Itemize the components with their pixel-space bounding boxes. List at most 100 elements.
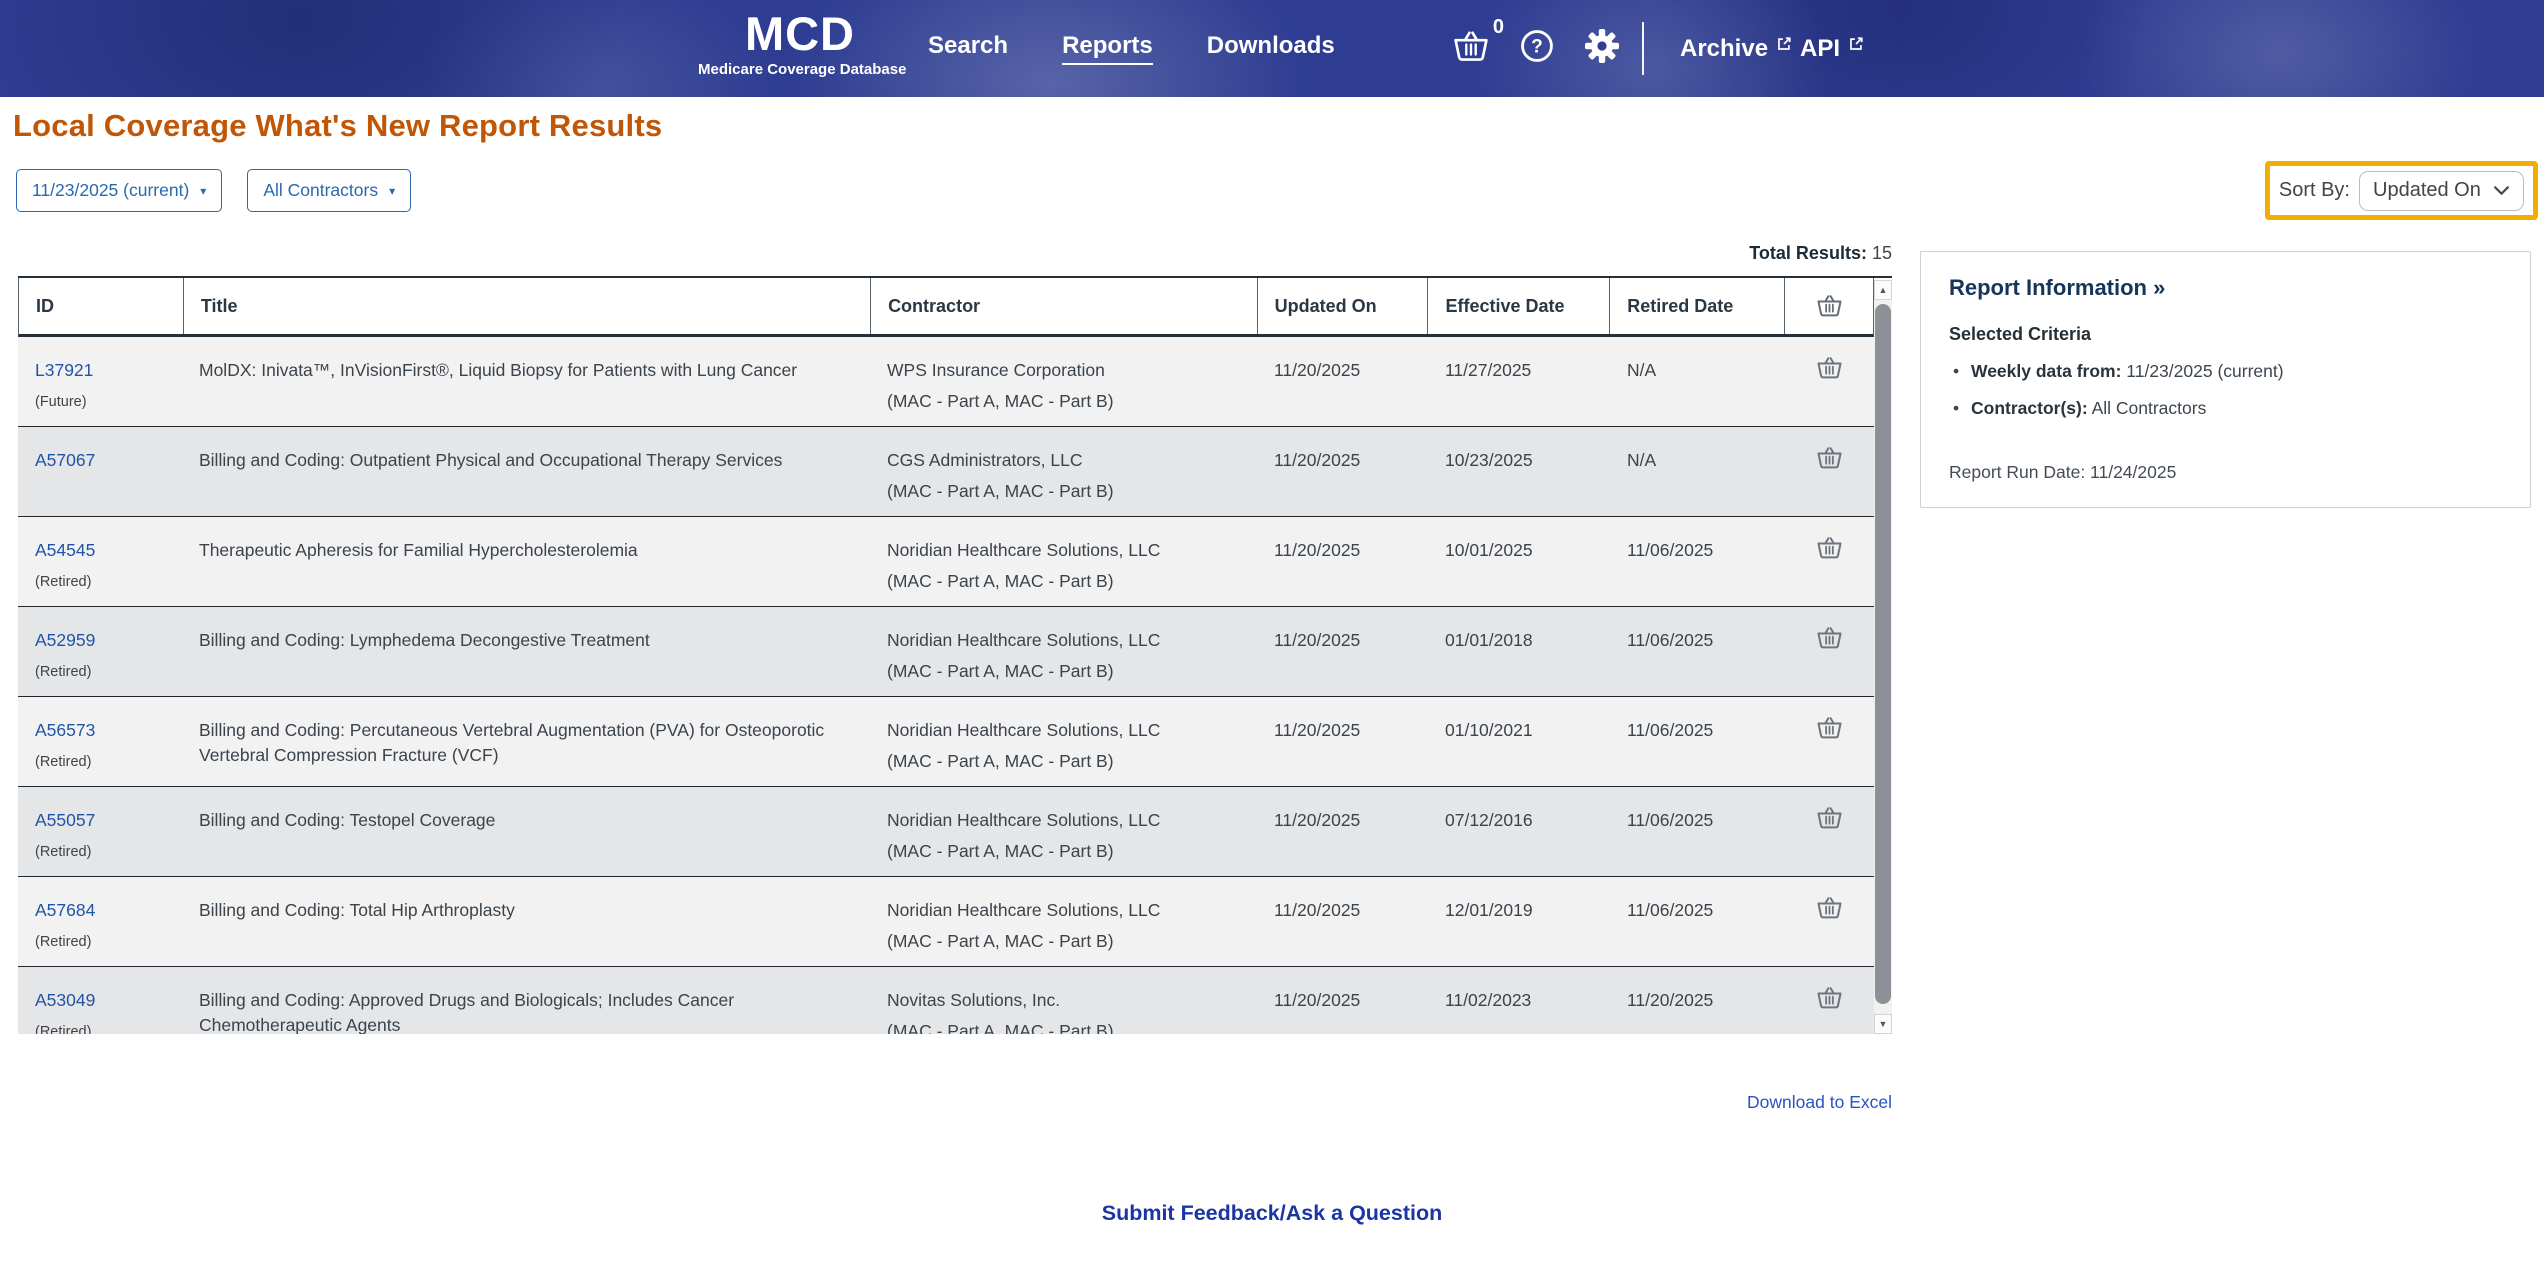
title-cell: Billing and Coding: Testopel Coverage <box>199 810 496 830</box>
scrollbar-thumb[interactable] <box>1875 304 1891 1004</box>
column-header-id[interactable]: ID <box>19 278 183 334</box>
archive-link[interactable]: Archive <box>1680 0 1792 97</box>
contractor-name: Novitas Solutions, Inc. <box>887 990 1061 1010</box>
settings-button[interactable] <box>1584 28 1620 69</box>
contractor-name: Noridian Healthcare Solutions, LLC <box>887 720 1161 740</box>
id-cell: A57067 <box>18 427 182 516</box>
table-row: A53049 (Retired) Billing and Coding: App… <box>18 967 1874 1034</box>
basket-icon <box>1817 537 1842 559</box>
column-header-contractor[interactable]: Contractor <box>870 278 1257 334</box>
add-to-basket-button[interactable] <box>1785 967 1874 1034</box>
contractor-type: (MAC - Part A, MAC - Part B) <box>887 481 1114 501</box>
filter-bar: 11/23/2025 (current) ▾ All Contractors ▾ <box>16 169 412 212</box>
contractor-cell: CGS Administrators, LLC (MAC - Part A, M… <box>870 427 1257 516</box>
retired-date-cell: N/A <box>1627 450 1657 470</box>
add-to-basket-button[interactable] <box>1785 607 1874 696</box>
contractor-name: WPS Insurance Corporation <box>887 360 1105 380</box>
add-to-basket-button[interactable] <box>1785 517 1874 606</box>
column-header-title[interactable]: Title <box>182 278 870 334</box>
updated-on-cell: 11/20/2025 <box>1274 900 1361 920</box>
contractor-name: Noridian Healthcare Solutions, LLC <box>887 630 1161 650</box>
contractor-name: Noridian Healthcare Solutions, LLC <box>887 900 1161 920</box>
external-link-icon <box>1850 36 1863 50</box>
document-status: (Future) <box>35 394 87 410</box>
add-to-basket-button[interactable] <box>1785 877 1874 966</box>
nav-search[interactable]: Search <box>928 32 1008 65</box>
week-filter-dropdown[interactable]: 11/23/2025 (current) ▾ <box>16 169 223 212</box>
mcd-logo[interactable]: MCD Medicare Coverage Database <box>698 9 907 79</box>
api-link[interactable]: API <box>1800 0 1864 97</box>
column-header-effective-date[interactable]: Effective Date <box>1427 278 1609 334</box>
week-filter-value: 11/23/2025 (current) <box>32 180 190 200</box>
title-cell: Billing and Coding: Lymphedema Decongest… <box>199 630 650 650</box>
add-to-basket-button[interactable] <box>1785 427 1874 516</box>
document-id-link[interactable]: A56573 <box>35 718 168 743</box>
retired-date-cell: 11/06/2025 <box>1627 540 1714 560</box>
table-scrollbar[interactable]: ▲ ▼ <box>1874 280 1892 1034</box>
contractor-cell: Novitas Solutions, Inc. (MAC - Part A, M… <box>870 967 1257 1034</box>
effective-date-cell: 10/01/2025 <box>1445 540 1533 560</box>
chevron-down-icon <box>2494 186 2509 195</box>
report-information-toggle[interactable]: Report Information » <box>1949 275 2502 301</box>
submit-feedback-link[interactable]: Submit Feedback/Ask a Question <box>1102 1201 1443 1225</box>
basket-count-badge: 0 <box>1492 15 1504 38</box>
contractor-type: (MAC - Part A, MAC - Part B) <box>887 931 1114 951</box>
external-link-icon <box>1778 36 1791 50</box>
title-cell: Billing and Coding: Outpatient Physical … <box>199 450 783 470</box>
document-status: (Retired) <box>35 1024 92 1034</box>
basket-icon <box>1817 357 1842 379</box>
feedback-row: Submit Feedback/Ask a Question <box>0 1201 2544 1226</box>
document-id-link[interactable]: A57067 <box>35 448 168 473</box>
updated-on-cell: 11/20/2025 <box>1274 630 1361 650</box>
document-status: (Retired) <box>35 754 92 770</box>
document-id-link[interactable]: A52959 <box>35 628 168 653</box>
column-header-retired-date[interactable]: Retired Date <box>1609 278 1784 334</box>
document-status: (Retired) <box>35 574 92 590</box>
updated-on-cell: 11/20/2025 <box>1274 450 1361 470</box>
api-label: API <box>1800 34 1841 62</box>
help-icon: ? <box>1521 30 1553 62</box>
scrollbar-down-button[interactable]: ▼ <box>1874 1014 1892 1034</box>
criteria-item-contractors: Contractor(s): All Contractors <box>1949 396 2502 420</box>
effective-date-cell: 12/01/2019 <box>1445 900 1533 920</box>
svg-text:?: ? <box>1531 37 1543 58</box>
add-to-basket-button[interactable] <box>1785 697 1874 786</box>
column-header-updated-on[interactable]: Updated On <box>1256 278 1428 334</box>
id-cell: A53049 (Retired) <box>18 967 182 1034</box>
criteria-value: All Contractors <box>2091 398 2207 418</box>
gear-icon <box>1585 29 1619 63</box>
document-status: (Retired) <box>35 844 92 860</box>
contractor-type: (MAC - Part A, MAC - Part B) <box>887 661 1114 681</box>
criteria-item-weekly-data: Weekly data from: 11/23/2025 (current) <box>1949 359 2502 383</box>
contractor-type: (MAC - Part A, MAC - Part B) <box>887 841 1114 861</box>
archive-label: Archive <box>1680 34 1769 62</box>
document-id-link[interactable]: A57684 <box>35 898 168 923</box>
add-to-basket-button[interactable] <box>1785 337 1874 426</box>
document-id-link[interactable]: L37921 <box>35 358 168 383</box>
sort-by-select[interactable]: Updated On <box>2359 170 2524 211</box>
column-header-basket <box>1784 278 1873 334</box>
site-header: MCD Medicare Coverage Database Search Re… <box>0 0 2544 97</box>
updated-on-cell: 11/20/2025 <box>1274 990 1361 1010</box>
scrollbar-up-button[interactable]: ▲ <box>1874 280 1892 300</box>
report-information-panel: Report Information » Selected Criteria W… <box>1920 251 2531 508</box>
document-id-link[interactable]: A55057 <box>35 808 168 833</box>
logo-subtitle: Medicare Coverage Database <box>698 61 907 78</box>
contractor-filter-dropdown[interactable]: All Contractors ▾ <box>247 169 412 212</box>
effective-date-cell: 07/12/2016 <box>1445 810 1533 830</box>
retired-date-cell: 11/06/2025 <box>1627 630 1714 650</box>
nav-downloads[interactable]: Downloads <box>1207 32 1335 65</box>
add-to-basket-button[interactable] <box>1785 787 1874 876</box>
updated-on-cell: 11/20/2025 <box>1274 720 1361 740</box>
document-id-link[interactable]: A53049 <box>35 988 168 1013</box>
document-id-link[interactable]: A54545 <box>35 538 168 563</box>
table-row: L37921 (Future) MolDX: Inivata™, InVisio… <box>18 337 1874 427</box>
sort-by-value: Updated On <box>2373 179 2481 201</box>
help-button[interactable]: ? <box>1520 29 1554 68</box>
basket-button[interactable]: 0 <box>1452 16 1504 68</box>
contractor-cell: Noridian Healthcare Solutions, LLC (MAC … <box>870 517 1257 606</box>
nav-reports[interactable]: Reports <box>1062 32 1153 65</box>
title-cell: Billing and Coding: Total Hip Arthroplas… <box>199 900 515 920</box>
download-to-excel-link[interactable]: Download to Excel <box>1747 1092 1892 1113</box>
contractor-cell: Noridian Healthcare Solutions, LLC (MAC … <box>870 697 1257 786</box>
